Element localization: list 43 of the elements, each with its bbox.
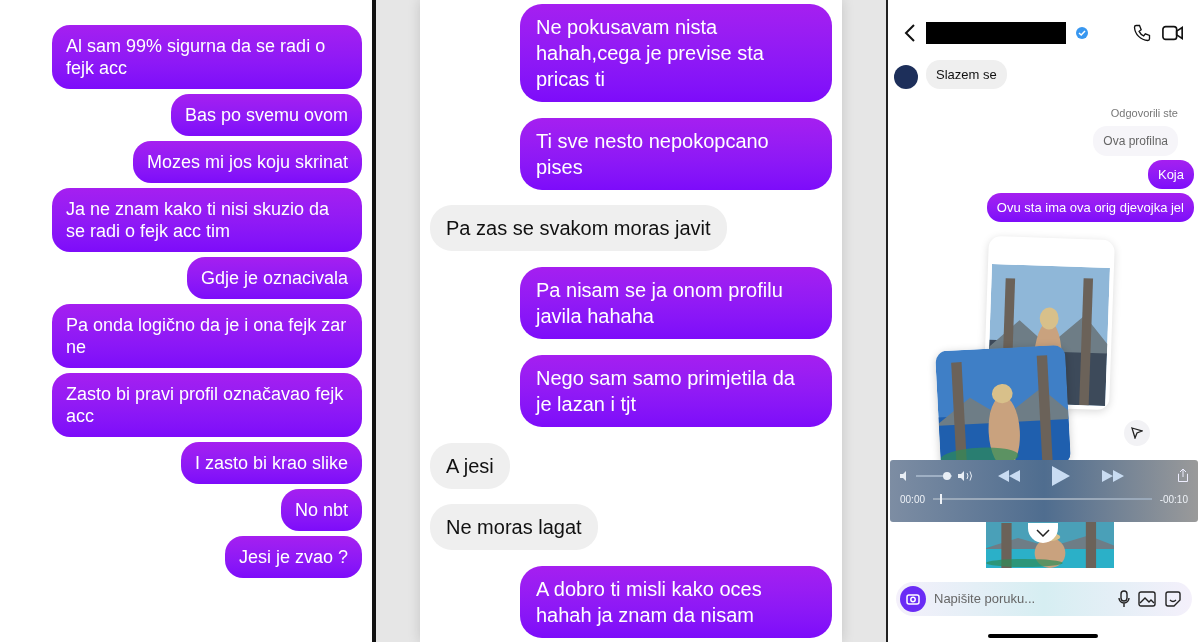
volume-high-icon	[958, 470, 974, 481]
sent-message: I zasto bi krao slike	[180, 442, 362, 484]
sent-message: A dobro ti misli kako oces hahah ja znam da nisam	[520, 565, 832, 638]
elapsed-time: 00:00	[900, 492, 926, 507]
phone-icon[interactable]	[1132, 23, 1152, 43]
microphone-icon[interactable]	[1118, 590, 1130, 608]
remaining-time: -00:10	[1159, 492, 1188, 507]
received-message: Slazem se	[926, 60, 1007, 89]
sent-message: No nbt	[280, 489, 362, 531]
reply-label: Odgovorili ste	[1110, 106, 1178, 121]
received-message: Ne moras lagat	[430, 504, 598, 551]
avatar	[894, 65, 918, 89]
volume-slider[interactable]	[916, 471, 952, 480]
quoted-message: Ova profilna	[1093, 125, 1178, 156]
chevron-down-icon	[1036, 528, 1050, 537]
video-call-icon[interactable]	[1162, 24, 1184, 42]
camera-button[interactable]	[900, 586, 926, 612]
sent-message: Pa onda logično da je i ona fejk zar ne	[52, 304, 362, 368]
sent-message: Pa nisam se ja onom profilu javila hahaha	[520, 267, 832, 340]
sent-message: Mozes mi jos koju skrinat	[132, 141, 362, 183]
play-icon[interactable]	[1052, 465, 1070, 486]
fast-forward-icon[interactable]	[1102, 469, 1124, 482]
export-icon[interactable]	[1178, 469, 1188, 482]
share-icon[interactable]	[1124, 419, 1150, 446]
sent-message: Gdje je oznacivala	[186, 257, 362, 299]
sent-message: Zasto bi pravi profil označavao fejk acc	[52, 373, 362, 437]
sent-message: Ja ne znam kako ti nisi skuzio da se radi o fejk acc tim	[52, 188, 362, 252]
sticker-icon[interactable]	[1164, 590, 1182, 608]
sent-message: Bas po svemu ovom	[170, 94, 362, 136]
sent-message: Al sam 99% sigurna da se radi o fejk acc	[52, 25, 362, 89]
message-composer[interactable]: Napišite poruku...	[896, 582, 1192, 616]
sent-message: Ne pokusavam nista hahah,cega je previse sta pricas ti	[520, 4, 832, 102]
message-input[interactable]: Napišite poruku...	[934, 589, 1110, 609]
sent-message: Koja	[1147, 159, 1194, 189]
camera-icon	[906, 593, 920, 605]
gallery-icon[interactable]	[1138, 591, 1156, 607]
sent-message: Jesi je zvao ?	[224, 536, 362, 578]
back-icon[interactable]	[904, 24, 916, 42]
sent-message: Ti sve nesto nepokopcano pises	[520, 117, 832, 190]
sent-message: Nego sam samo primjetila da je lazan i tjt	[520, 354, 832, 427]
received-message: Pa zas se svakom moras javit	[430, 205, 727, 252]
sent-message: Ovu sta ima ova orig djevojka jel	[986, 192, 1194, 222]
received-message: A jesi	[430, 442, 510, 489]
